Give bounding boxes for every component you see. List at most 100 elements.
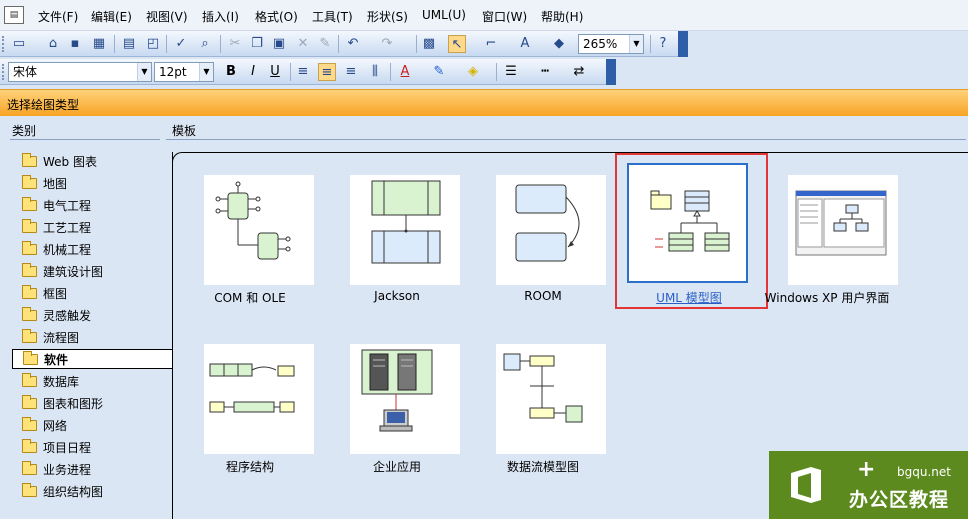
toolbar-grip[interactable] xyxy=(2,64,5,80)
watermark: + bgqu.net 办公区教程 xyxy=(769,451,968,519)
bold-button[interactable]: B xyxy=(222,63,240,81)
fill-shape-icon[interactable]: ◆ xyxy=(550,35,568,53)
template-program-structure[interactable] xyxy=(204,344,314,454)
doc-icon[interactable]: ▤ xyxy=(4,6,24,24)
template-label[interactable]: COM 和 OLE xyxy=(175,289,325,306)
font-select[interactable]: 宋体 ▼ xyxy=(8,62,152,82)
delete-icon[interactable]: ✕ xyxy=(294,35,312,53)
menu-uml[interactable]: UML(U) xyxy=(422,8,466,22)
font-size-select[interactable]: 12pt ▼ xyxy=(154,62,214,82)
align-left-icon[interactable]: ≡ xyxy=(294,63,312,81)
pointer-tool-icon[interactable]: ↖ xyxy=(448,35,466,53)
toolbar-options-icon[interactable] xyxy=(606,59,616,85)
fill-color-icon[interactable]: ◈ xyxy=(464,63,482,81)
paste-icon[interactable]: ▣ xyxy=(270,35,288,53)
align-center-icon[interactable]: ≡ xyxy=(318,63,336,81)
menu-help[interactable]: 帮助(H) xyxy=(541,8,583,25)
category-process-engineering[interactable]: 工艺工程 xyxy=(22,217,91,237)
folder-icon xyxy=(22,372,37,387)
template-enterprise-app[interactable] xyxy=(350,344,460,454)
category-building-plan[interactable]: 建筑设计图 xyxy=(22,261,103,281)
category-flowchart[interactable]: 流程图 xyxy=(22,327,79,347)
category-web[interactable]: Web 图表 xyxy=(22,151,97,171)
line-weight-icon[interactable]: ☰ xyxy=(502,63,520,81)
category-database[interactable]: 数据库 xyxy=(22,371,79,391)
template-label[interactable]: 数据流模型图 xyxy=(468,458,618,475)
toolbar-options-icon[interactable] xyxy=(678,31,688,57)
category-business-process[interactable]: 业务进程 xyxy=(22,459,91,479)
template-label[interactable]: Jackson xyxy=(322,289,472,303)
zoom-select[interactable]: 265% ▼ xyxy=(578,34,644,54)
category-label: 框图 xyxy=(43,286,68,301)
category-brainstorming[interactable]: 灵感触发 xyxy=(22,305,91,325)
category-map[interactable]: 地图 xyxy=(22,173,67,193)
connector-tool-icon[interactable]: ⌐ xyxy=(482,35,500,53)
menu-insert[interactable]: 插入(I) xyxy=(202,8,239,25)
copy-icon[interactable]: ❐ xyxy=(248,35,266,53)
align-right-icon[interactable]: ≡ xyxy=(342,63,360,81)
category-electrical[interactable]: 电气工程 xyxy=(22,195,91,215)
redo-icon[interactable]: ↷ xyxy=(378,35,396,53)
room-thumbnail xyxy=(515,184,580,262)
category-charts-graphs[interactable]: 图表和图形 xyxy=(22,393,103,413)
folder-icon xyxy=(22,394,37,409)
template-label[interactable]: 企业应用 xyxy=(322,458,472,475)
text-tool-icon[interactable]: A xyxy=(516,35,534,53)
cut-icon[interactable]: ✂ xyxy=(226,35,244,53)
folder-icon xyxy=(22,284,37,299)
menu-edit[interactable]: 编辑(E) xyxy=(91,8,132,25)
template-label[interactable]: UML 模型图 xyxy=(614,289,764,306)
research-icon[interactable]: ⌕ xyxy=(196,35,214,53)
category-mechanical[interactable]: 机械工程 xyxy=(22,239,91,259)
template-jackson[interactable] xyxy=(350,175,460,285)
undo-icon[interactable]: ↶ xyxy=(344,35,362,53)
template-room[interactable] xyxy=(496,175,606,285)
print-preview-icon[interactable]: ◰ xyxy=(144,35,162,53)
new-document-icon[interactable]: ▭ xyxy=(10,35,28,53)
separator xyxy=(220,35,221,53)
category-label: 工艺工程 xyxy=(43,220,92,235)
chevron-down-icon[interactable]: ▼ xyxy=(199,63,213,81)
format-painter-icon[interactable]: ✎ xyxy=(316,35,334,53)
template-label[interactable]: Windows XP 用户界面 xyxy=(762,289,892,306)
template-data-flow[interactable] xyxy=(496,344,606,454)
menu-format[interactable]: 格式(O) xyxy=(255,8,298,25)
menu-window[interactable]: 窗口(W) xyxy=(482,8,527,25)
chevron-down-icon[interactable]: ▼ xyxy=(629,35,643,53)
distribute-icon[interactable]: ⫼ xyxy=(366,63,384,81)
print-icon[interactable]: ▤ xyxy=(120,35,138,53)
spelling-icon[interactable]: ✓ xyxy=(172,35,190,53)
template-label[interactable]: 程序结构 xyxy=(175,458,325,475)
folder-icon xyxy=(22,416,37,431)
category-org-chart[interactable]: 组织结构图 xyxy=(22,481,103,501)
template-windows-xp-ui[interactable] xyxy=(788,175,898,285)
separator xyxy=(290,63,291,81)
line-color-icon[interactable]: ✎ xyxy=(430,63,448,81)
template-label[interactable]: ROOM xyxy=(468,289,618,303)
menu-view[interactable]: 视图(V) xyxy=(146,8,188,25)
shapes-icon[interactable]: ▩ xyxy=(420,35,438,53)
open-folder-icon[interactable]: ⌂ xyxy=(44,35,62,53)
line-ends-icon[interactable]: ⇄ xyxy=(570,63,588,81)
menu-file[interactable]: 文件(F) xyxy=(38,8,78,25)
category-project-schedule[interactable]: 项目日程 xyxy=(22,437,91,457)
line-pattern-icon[interactable]: ┅ xyxy=(536,63,554,81)
menu-shape[interactable]: 形状(S) xyxy=(367,8,408,25)
font-size-value: 12pt xyxy=(159,65,187,79)
template-com-ole[interactable] xyxy=(204,175,314,285)
menu-tools[interactable]: 工具(T) xyxy=(312,8,353,25)
underline-button[interactable]: U xyxy=(266,63,284,81)
category-software[interactable]: 软件 xyxy=(12,349,172,369)
help-icon[interactable]: ? xyxy=(654,35,672,53)
separator xyxy=(496,63,497,81)
category-block-diagram[interactable]: 框图 xyxy=(22,283,67,303)
separator xyxy=(114,35,115,53)
category-network[interactable]: 网络 xyxy=(22,415,67,435)
program-structure-thumbnail xyxy=(209,363,295,413)
toolbar-grip[interactable] xyxy=(2,36,5,52)
font-color-icon[interactable]: A xyxy=(396,63,414,81)
chevron-down-icon[interactable]: ▼ xyxy=(137,63,151,81)
print-setup-icon[interactable]: ▦ xyxy=(90,35,108,53)
italic-button[interactable]: I xyxy=(244,63,262,81)
save-icon[interactable]: ▪ xyxy=(66,35,84,53)
